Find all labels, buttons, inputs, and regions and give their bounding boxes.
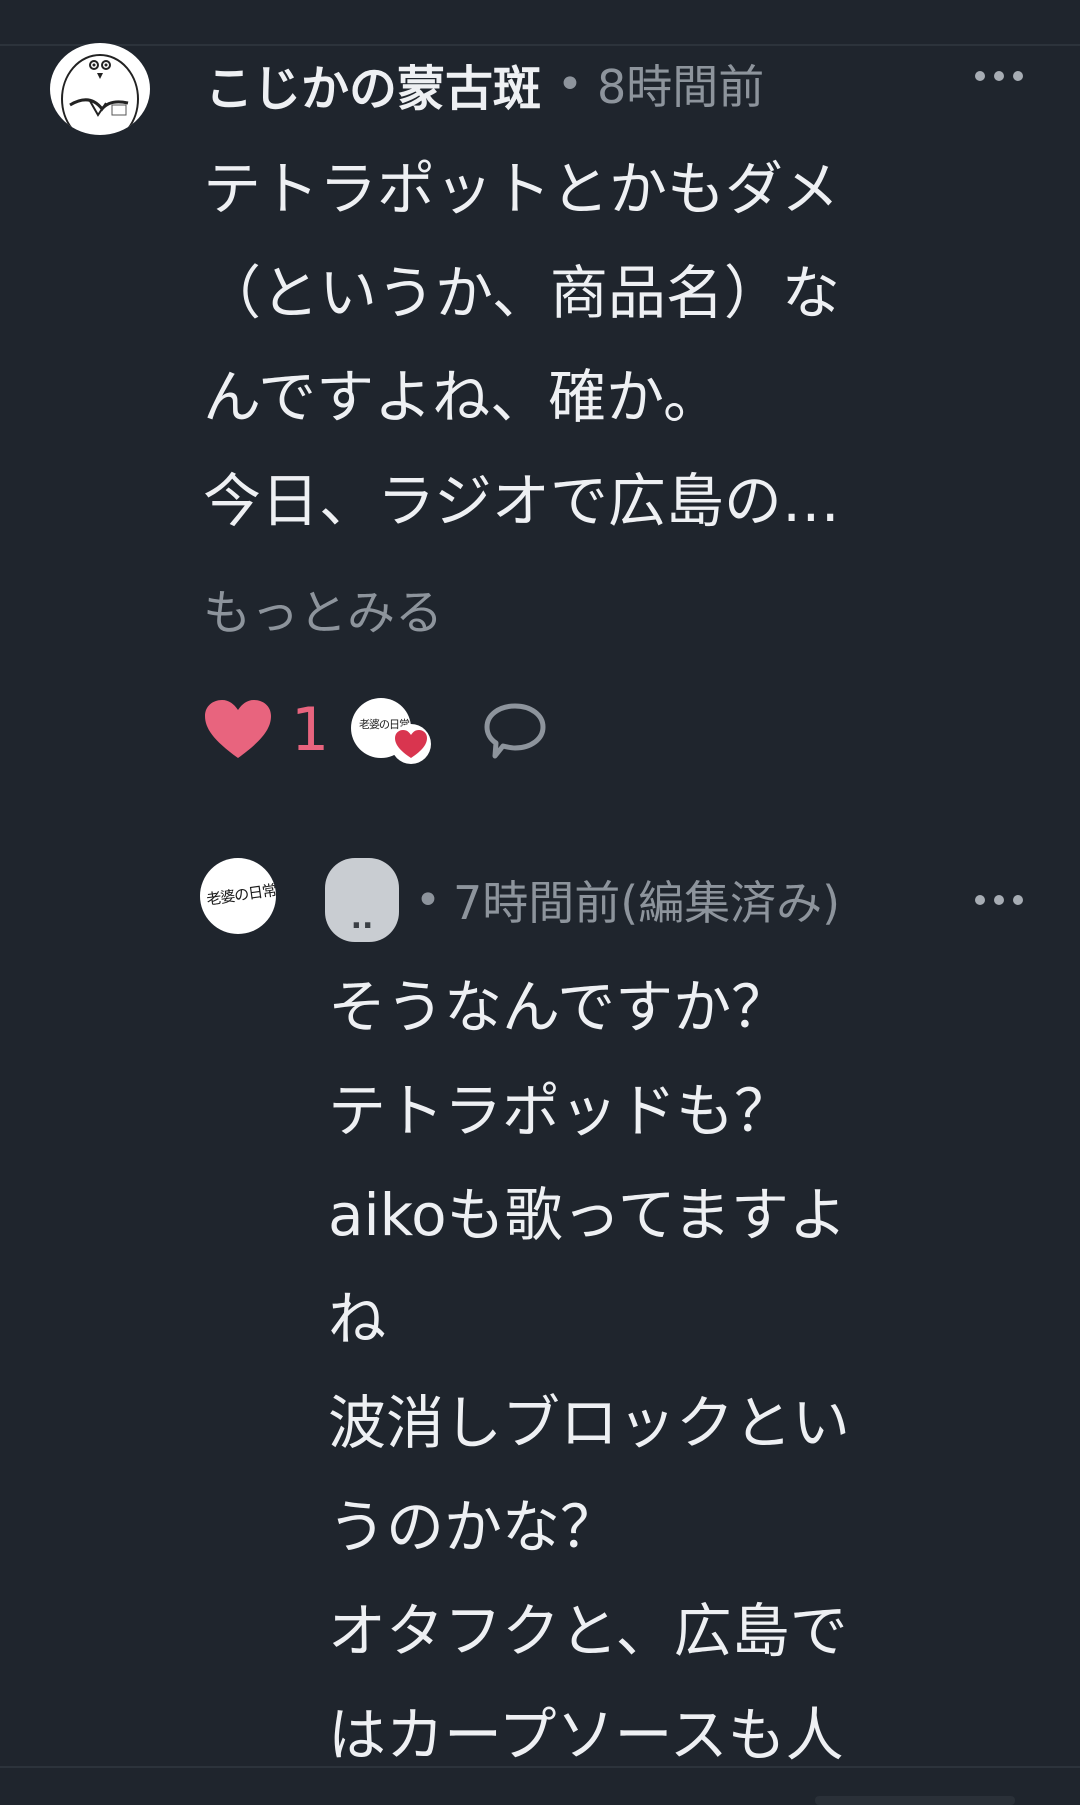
top-divider <box>0 44 1080 46</box>
commenter-avatar[interactable] <box>50 43 150 135</box>
reply-meta: .. • 7時間前(編集済み) <box>325 858 840 942</box>
meta-separator: • <box>557 58 583 110</box>
small-heart-icon <box>395 730 427 758</box>
reply-body-line: テトラポッドも？ <box>328 1077 793 1145</box>
liker-heart-badge <box>391 724 431 764</box>
more-horizontal-icon <box>975 71 985 81</box>
more-horizontal-icon <box>975 895 985 905</box>
bird-drawing-icon <box>61 54 139 135</box>
bottom-handle <box>815 1796 1015 1805</box>
comment-meta: こじかの蒙古斑 • 8時間前 <box>205 49 765 119</box>
reply-body: そうなんですか？ テトラポッドも？ aikoも歌ってますよ ね 波消しブロックと… <box>328 955 978 1787</box>
liker-avatar[interactable]: 老婆の日常 <box>351 698 431 764</box>
heart-icon <box>205 700 271 758</box>
comment-body-line: テトラポットとかもダメ <box>203 155 840 223</box>
like-count: 1 <box>291 695 330 765</box>
comment-body-line: んですよね、確か。 <box>203 363 721 431</box>
like-button[interactable] <box>203 698 273 762</box>
replier-avatar-text: 老婆の日常散歩 <box>205 877 276 909</box>
reply-body-line: オタフクと、広島で <box>328 1597 848 1665</box>
reply-button[interactable] <box>483 700 547 762</box>
reply-body-line: うのかな？ <box>328 1493 619 1561</box>
comment-bubble-icon <box>484 703 546 759</box>
reply-body-line: 波消しブロックとい <box>328 1389 851 1457</box>
author-name[interactable]: こじかの蒙古斑 <box>205 49 541 119</box>
reply-timestamp: 7時間前(編集済み) <box>452 876 841 930</box>
reply-body-line: aikoも歌ってますよ <box>328 1181 847 1249</box>
reply-body-line: そうなんですか？ <box>328 973 790 1041</box>
comment-body-line: 今日、ラジオで広島の… <box>203 467 840 535</box>
see-more-link[interactable]: もっとみる <box>203 578 443 648</box>
reply-author-name[interactable]: .. <box>325 858 399 942</box>
comment-body: テトラポットとかもダメ （というか、商品名）な んですよね、確か。 今日、ラジオ… <box>203 137 983 553</box>
comment-body-line: （というか、商品名）な <box>203 259 840 327</box>
reply-body-line: ね <box>328 1285 387 1353</box>
reply-author-text: .. <box>350 901 374 936</box>
meta-separator: • <box>415 874 441 926</box>
reply-body-line: はカープソースも人 <box>328 1701 844 1769</box>
reply-more-options-button[interactable] <box>975 892 1023 908</box>
comment-actions: 1 老婆の日常 <box>203 690 603 770</box>
replier-avatar[interactable]: 老婆の日常散歩 <box>200 858 276 934</box>
bottom-divider <box>0 1766 1080 1768</box>
more-options-button[interactable] <box>975 68 1023 84</box>
timestamp: 8時間前 <box>596 60 765 114</box>
